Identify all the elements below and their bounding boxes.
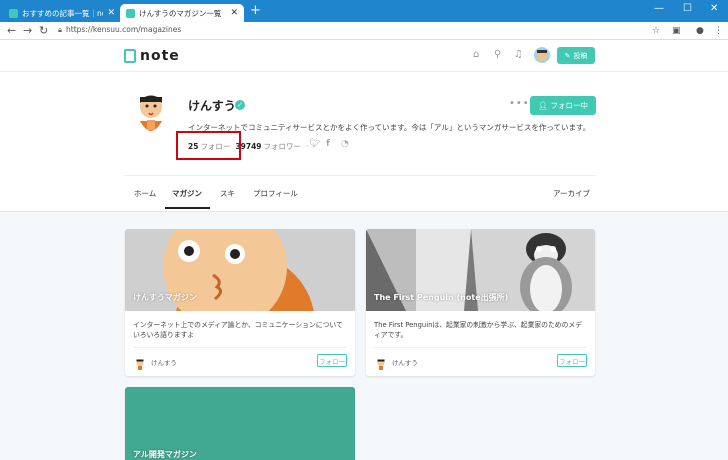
reload-icon[interactable]: ↻ — [39, 23, 48, 39]
profile-name: けんすう — [188, 99, 236, 113]
following-button[interactable]: 👤︎ フォロー中 — [530, 96, 596, 115]
magazine-card[interactable]: アル開発マガジン — [125, 387, 355, 460]
magazine-card[interactable]: けんすうマガジン インターネット上でのメディア論とか、コミュニケーションについて… — [125, 229, 355, 376]
follow-button[interactable]: フォロー — [557, 354, 587, 367]
author-name[interactable]: けんすう — [392, 357, 418, 367]
site-header: note ⌂ ⚲ ♫ ✎ 投稿 — [0, 40, 728, 72]
bell-icon[interactable]: ♫ — [514, 49, 523, 61]
tab-home[interactable]: ホーム — [134, 188, 156, 199]
author-avatar[interactable] — [376, 355, 386, 370]
more-options-button[interactable]: ••• — [509, 98, 530, 109]
card-divider — [133, 347, 347, 348]
lock-icon: 🔒︎ — [58, 25, 62, 34]
follow-button[interactable]: フォロー — [317, 354, 347, 367]
close-icon[interactable]: ✕ — [230, 8, 238, 18]
card-divider — [374, 347, 587, 348]
tab-profile[interactable]: プロフィール — [253, 188, 298, 199]
magazine-description: インターネット上でのメディア論とか、コミュニケーションについていろいろ語りますよ — [133, 321, 343, 339]
magazine-description: The First Penguinは、起業家の刺激から学ぶ、起業家のためのメディ… — [374, 321, 582, 339]
address-bar: ← → ↻ 🔒︎ https://kensuu.com/magazines ☆ ▣… — [0, 22, 728, 40]
tab-like[interactable]: スキ — [220, 188, 235, 199]
facebook-icon[interactable]: f — [326, 139, 330, 149]
search-icon[interactable]: ⚲ — [494, 49, 501, 61]
magazine-title[interactable]: The First Penguin (note出張所) — [374, 292, 508, 303]
user-avatar[interactable] — [534, 47, 550, 63]
magazine-card[interactable]: The First Penguin (note出張所) The First Pe… — [366, 229, 595, 376]
follower-label[interactable]: フォロワー — [264, 141, 302, 152]
url-text: https://kensuu.com/magazines — [66, 25, 182, 34]
person-check-icon: 👤︎ — [537, 101, 548, 110]
verified-icon: ✓ — [235, 100, 245, 110]
twitter-icon[interactable]: 🐦︎ — [309, 139, 320, 149]
browser-tab-bar: おすすめの記事一覧｜note ――つ ✕ けんすうのマガジン一覧 ✕ + — ☐… — [0, 0, 728, 22]
author-avatar[interactable] — [135, 355, 145, 370]
note-logo-icon — [124, 49, 136, 63]
extension-icon[interactable]: ▣ — [672, 24, 681, 38]
magazine-list — [0, 211, 728, 460]
profile-avatar — [134, 93, 168, 137]
note-favicon-icon — [126, 8, 135, 18]
tab-magazine[interactable]: マガジン — [172, 188, 202, 199]
pencil-icon: ✎ — [564, 51, 571, 60]
profile-bio: インターネットでコミュニティサービスとかをよく作っています。今は「アル」というマ… — [188, 123, 591, 132]
browser-tab-inactive[interactable]: おすすめの記事一覧｜note ――つ ✕ — [3, 4, 121, 22]
note-favicon-icon — [9, 8, 18, 18]
following-button-label: フォロー中 — [550, 101, 589, 110]
highlight-box — [176, 131, 241, 160]
tabs-divider — [124, 175, 596, 176]
url-field[interactable]: 🔒︎ https://kensuu.com/magazines — [58, 25, 181, 35]
magazine-title[interactable]: けんすうマガジン — [133, 292, 197, 303]
maximize-button[interactable]: ☐ — [683, 3, 692, 15]
logo-text: note — [140, 48, 180, 64]
tab-title: けんすうのマガジン一覧 — [139, 8, 222, 18]
post-button[interactable]: ✎ 投稿 — [557, 47, 595, 64]
tab-archive[interactable]: アーカイブ — [553, 188, 590, 199]
back-arrow-icon[interactable]: ← — [7, 23, 16, 39]
window-close-button[interactable]: ✕ — [710, 3, 718, 15]
post-button-label: 投稿 — [573, 51, 588, 60]
author-name[interactable]: けんすう — [151, 357, 177, 367]
bookmark-star-icon[interactable]: ☆ — [652, 24, 660, 38]
magazine-title[interactable]: アル開発マガジン — [133, 449, 197, 460]
menu-dots-icon[interactable]: ⋮ — [714, 24, 723, 38]
note-logo[interactable]: note — [124, 48, 180, 64]
close-icon[interactable]: ✕ — [107, 8, 115, 18]
profile-icon[interactable]: ● — [696, 24, 704, 38]
home-icon[interactable]: ⌂ — [473, 49, 479, 61]
new-tab-button[interactable]: + — [250, 4, 261, 18]
active-tab-indicator — [165, 207, 210, 209]
forward-arrow-icon[interactable]: → — [23, 23, 32, 39]
browser-tab-active[interactable]: けんすうのマガジン一覧 ✕ — [120, 4, 244, 22]
tab-title: おすすめの記事一覧｜note ――つ — [22, 8, 103, 18]
rss-icon[interactable]: ◔ — [341, 139, 349, 149]
minimize-button[interactable]: — — [654, 3, 664, 15]
